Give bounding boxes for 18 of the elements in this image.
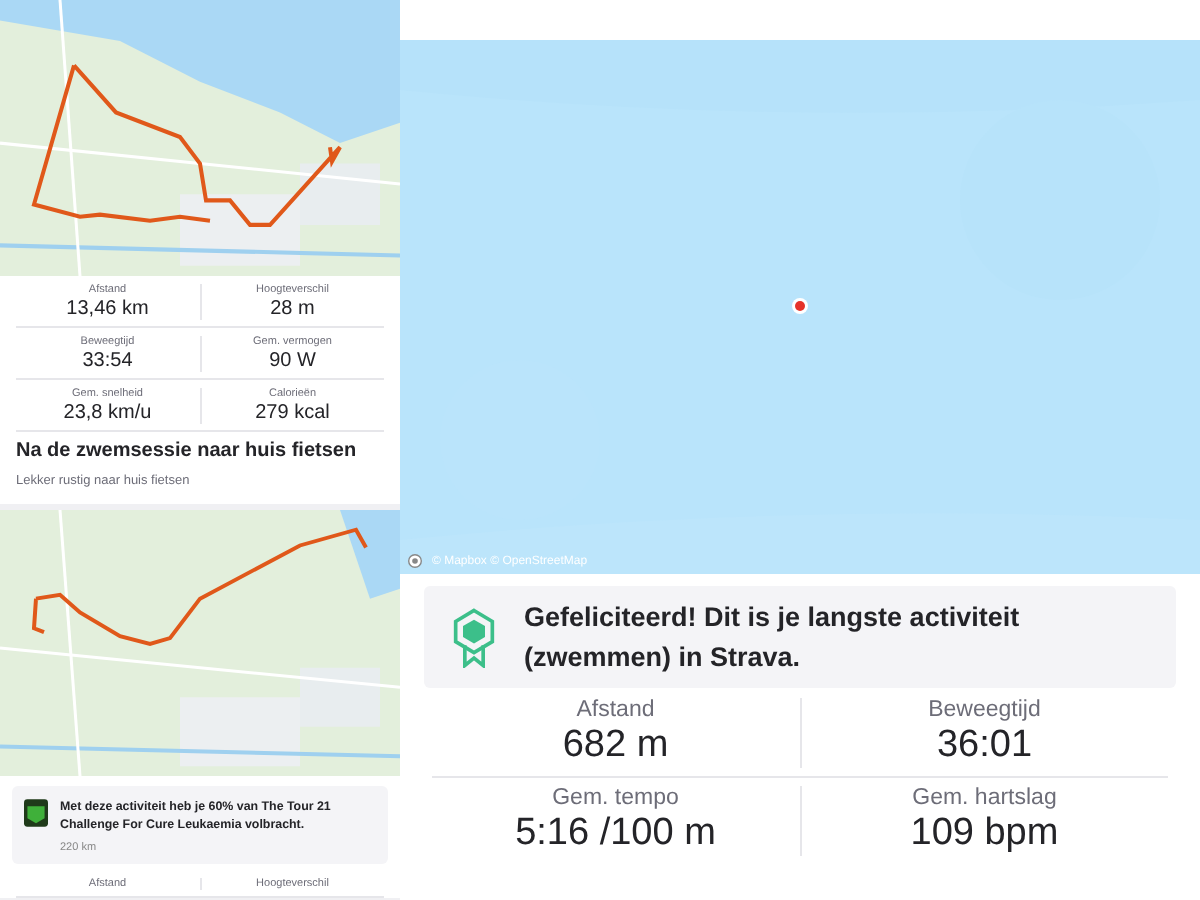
- achievement-text: Gefeliciteerd! Dit is je langste activiteit (zwemmen) in Strava.: [524, 600, 1022, 676]
- stat-value: 23,8 km/u: [63, 402, 152, 424]
- stat-value: 28 m: [270, 298, 315, 320]
- stat-value: 109 bpm: [910, 814, 1059, 856]
- activity-title: Na de zwemsessie naar huis fietsen: [14, 438, 359, 466]
- stat-label: Gem. hartslag: [912, 786, 1057, 811]
- badge-icon: [24, 798, 48, 828]
- stat-value: 682 m: [562, 726, 669, 769]
- stat-label: Afstand: [576, 698, 655, 723]
- stat-value: 33:54: [82, 350, 133, 372]
- stat-value: 13,46 km: [66, 298, 149, 320]
- stat-value: 279 kcal: [255, 402, 330, 424]
- stat-label: Gem. tempo: [552, 786, 679, 811]
- stat-value: 90 W: [269, 350, 316, 372]
- stat-value: 36:01: [936, 726, 1033, 769]
- stat-value: 5:16 /100 m: [515, 814, 716, 856]
- medal-icon: [452, 607, 496, 668]
- stat-label: Beweegtijd: [928, 698, 1041, 723]
